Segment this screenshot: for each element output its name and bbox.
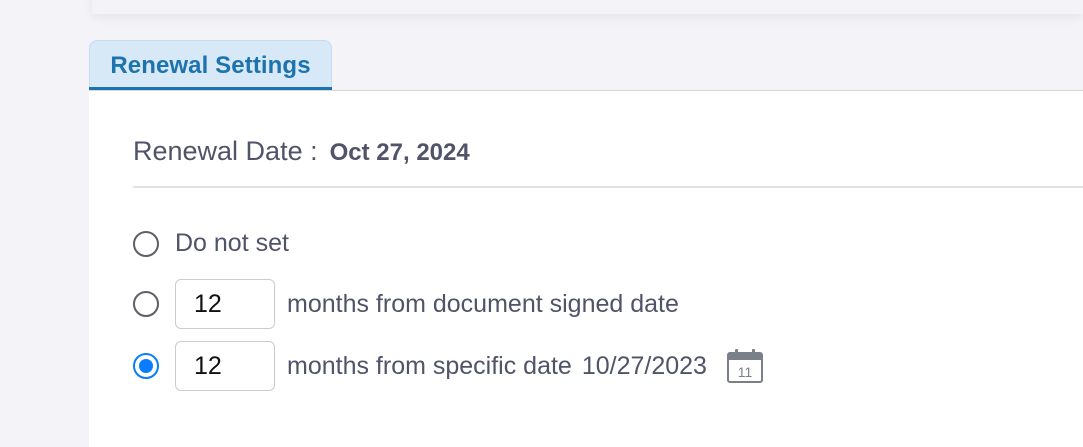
renewal-date-row: Renewal Date : Oct 27, 2024 <box>133 136 470 167</box>
option-months-from-signed-label: months from document signed date <box>287 289 679 318</box>
option-months-from-specific-label: months from specific date <box>287 351 572 380</box>
months-from-specific-input[interactable] <box>175 341 275 391</box>
option-do-not-set-label: Do not set <box>175 229 289 257</box>
renewal-date-label: Renewal Date : <box>133 136 318 166</box>
months-from-signed-input[interactable] <box>175 279 275 329</box>
radio-months-from-specific[interactable] <box>133 353 159 379</box>
calendar-icon-day: 11 <box>738 364 753 380</box>
tab-renewal-settings[interactable]: Renewal Settings <box>89 40 332 91</box>
top-card-edge <box>92 0 1083 14</box>
radio-months-from-signed[interactable] <box>133 291 159 317</box>
divider <box>133 186 1083 188</box>
calendar-icon[interactable]: 11 <box>725 348 765 384</box>
renewal-date-value: Oct 27, 2024 <box>329 139 470 166</box>
option-months-from-specific[interactable]: months from specific date 10/27/2023 11 <box>133 341 765 391</box>
radio-do-not-set[interactable] <box>133 230 159 257</box>
tab-label: Renewal Settings <box>110 52 311 79</box>
specific-date-value: 10/27/2023 <box>581 351 707 380</box>
option-months-from-signed[interactable]: months from document signed date <box>133 279 679 329</box>
option-do-not-set[interactable]: Do not set <box>133 229 289 258</box>
